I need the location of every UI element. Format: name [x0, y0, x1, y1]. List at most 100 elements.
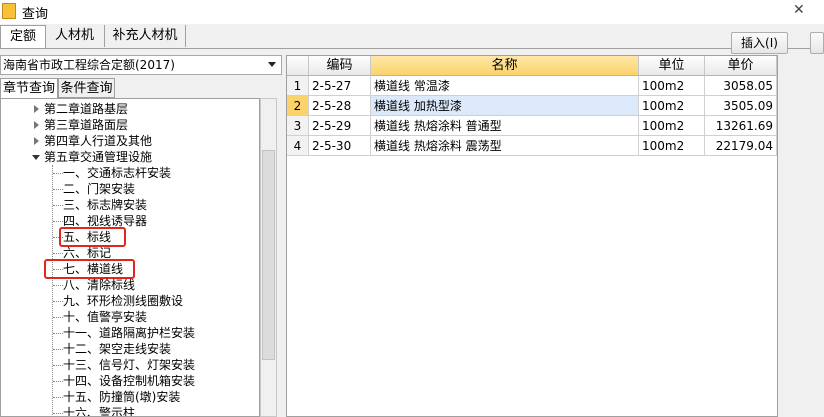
- table-row[interactable]: 3 2-5-29 横道线 热熔涂料 普通型 100m2 13261.69: [287, 116, 777, 136]
- header-name[interactable]: 名称: [371, 56, 639, 76]
- close-icon[interactable]: [778, 0, 824, 22]
- scrollbar-thumb[interactable]: [262, 150, 275, 360]
- header-code[interactable]: 编码: [309, 56, 371, 76]
- tree-item[interactable]: 九、环形检测线圈敷设: [1, 293, 259, 309]
- tree-item-label: 十二、架空走线安装: [63, 342, 172, 356]
- tree-connector: [53, 221, 63, 222]
- cell-unit[interactable]: 100m2: [639, 116, 705, 136]
- cell-code[interactable]: 2-5-27: [309, 76, 371, 96]
- row-number[interactable]: 3: [287, 116, 309, 136]
- tree-connector: [53, 205, 63, 206]
- table-row[interactable]: 2 2-5-28 横道线 加热型漆 100m2 3505.09: [287, 96, 777, 116]
- expanded-triangle-icon[interactable]: [32, 155, 40, 160]
- header-price[interactable]: 单价: [705, 56, 777, 76]
- chapter-tree[interactable]: 第二章道路基层 第三章道路面层第四章人行道及其他 第五章交通管理设施一、交通标志杆安…: [0, 98, 260, 417]
- tree-connector: [53, 349, 63, 350]
- tree-item[interactable]: 十四、设备控制机箱安装: [1, 373, 259, 389]
- highlight-box: [44, 259, 135, 279]
- tree-item-label: 十五、防撞筒(墩)安装: [63, 390, 181, 404]
- cell-name[interactable]: 横道线 常温漆: [371, 76, 639, 96]
- cell-price[interactable]: 22179.04: [705, 136, 777, 156]
- row-number[interactable]: 2: [287, 96, 309, 116]
- tree-item-label: 九、环形检测线圈敷设: [63, 294, 184, 308]
- window-title: 查询: [22, 7, 49, 22]
- tree-item-label: 十一、道路隔离护栏安装: [63, 326, 196, 340]
- tab-condition-query[interactable]: 条件查询: [58, 78, 115, 98]
- tree-connector: [53, 317, 63, 318]
- tree-item-label: 一、交通标志杆安装: [63, 166, 172, 180]
- row-number[interactable]: 1: [287, 76, 309, 96]
- tree-connector: [53, 413, 63, 414]
- tree-item[interactable]: 十二、架空走线安装: [1, 341, 259, 357]
- library-select[interactable]: 海南省市政工程综合定额(2017): [0, 55, 282, 75]
- tab-resources[interactable]: 人材机: [45, 25, 105, 47]
- tree-item[interactable]: 十一、道路隔离护栏安装: [1, 325, 259, 341]
- cell-name[interactable]: 横道线 热熔涂料 普通型: [371, 116, 639, 136]
- tab-quota[interactable]: 定额: [0, 25, 46, 49]
- chevron-down-icon[interactable]: [268, 62, 276, 67]
- tree-item-label: 三、标志牌安装: [63, 198, 148, 212]
- collapsed-triangle-icon[interactable]: [34, 105, 39, 113]
- insert-button[interactable]: 插入(I): [731, 32, 788, 54]
- highlight-box: [59, 227, 126, 247]
- tree-item[interactable]: 三、标志牌安装: [1, 197, 259, 213]
- tree-item[interactable]: 五、标线: [1, 229, 259, 245]
- tree-item[interactable]: 十五、防撞筒(墩)安装: [1, 389, 259, 405]
- header-unit[interactable]: 单位: [639, 56, 705, 76]
- tree-connector: [53, 381, 63, 382]
- tree-item[interactable]: 八、清除标线: [1, 277, 259, 293]
- tree-connector: [53, 285, 63, 286]
- tree-item[interactable]: 第五章交通管理设施: [1, 149, 259, 165]
- tree-item[interactable]: 第三章道路面层: [1, 117, 259, 133]
- tree-connector: [53, 301, 63, 302]
- tree-item[interactable]: 第四章人行道及其他: [1, 133, 259, 149]
- row-number[interactable]: 4: [287, 136, 309, 156]
- tree-connector: [53, 365, 63, 366]
- tab-supplement-resources[interactable]: 补充人材机: [105, 25, 186, 47]
- header-rownum: [287, 56, 309, 76]
- tree-item-label: 十、值警亭安装: [63, 310, 148, 324]
- quota-grid: 编码 名称 单位 单价 1 2-5-27 横道线 常温漆 100m2 3058.05 2 2…: [286, 55, 778, 417]
- tree-item-label: 十四、设备控制机箱安装: [63, 374, 196, 388]
- tree-item[interactable]: 十、值警亭安装: [1, 309, 259, 325]
- tree-item-label: 八、清除标线: [63, 278, 136, 292]
- collapsed-triangle-icon[interactable]: [34, 137, 39, 145]
- table-row[interactable]: 4 2-5-30 横道线 热熔涂料 震荡型 100m2 22179.04: [287, 136, 777, 156]
- tree-connector: [53, 253, 63, 254]
- cell-name[interactable]: 横道线 加热型漆: [371, 96, 639, 116]
- cell-unit[interactable]: 100m2: [639, 96, 705, 116]
- tree-item[interactable]: 一、交通标志杆安装: [1, 165, 259, 181]
- tree-connector: [53, 173, 63, 174]
- tree-connector: [53, 333, 63, 334]
- app-icon: [2, 3, 16, 19]
- tree-item[interactable]: 十六、警示柱: [1, 405, 259, 417]
- cell-price[interactable]: 13261.69: [705, 116, 777, 136]
- tree-item-label: 第五章交通管理设施: [44, 150, 153, 164]
- cell-name[interactable]: 横道线 热熔涂料 震荡型: [371, 136, 639, 156]
- extra-button[interactable]: [810, 32, 824, 54]
- table-row[interactable]: 1 2-5-27 横道线 常温漆 100m2 3058.05: [287, 76, 777, 96]
- cell-code[interactable]: 2-5-30: [309, 136, 371, 156]
- title-bar: [0, 0, 824, 24]
- cell-unit[interactable]: 100m2: [639, 76, 705, 96]
- tab-chapter-query[interactable]: 章节查询: [0, 78, 58, 99]
- tree-item-label: 第三章道路面层: [44, 118, 129, 132]
- cell-price[interactable]: 3058.05: [705, 76, 777, 96]
- tree-item-label: 第四章人行道及其他: [44, 134, 153, 148]
- cell-price[interactable]: 3505.09: [705, 96, 777, 116]
- tab-divider: [0, 48, 824, 49]
- tree-item[interactable]: 四、视线诱导器: [1, 213, 259, 229]
- tree-connector: [53, 189, 63, 190]
- tree-item-label: 十三、信号灯、灯架安装: [63, 358, 196, 372]
- collapsed-triangle-icon[interactable]: [34, 121, 39, 129]
- cell-code[interactable]: 2-5-29: [309, 116, 371, 136]
- cell-code[interactable]: 2-5-28: [309, 96, 371, 116]
- tree-item[interactable]: 二、门架安装: [1, 181, 259, 197]
- tree-item-label: 二、门架安装: [63, 182, 136, 196]
- cell-unit[interactable]: 100m2: [639, 136, 705, 156]
- tree-item[interactable]: 十三、信号灯、灯架安装: [1, 357, 259, 373]
- tree-item[interactable]: 第二章道路基层: [1, 101, 259, 117]
- tree-item-label: 十六、警示柱: [63, 406, 136, 417]
- tree-connector: [53, 397, 63, 398]
- tree-item-label: 第二章道路基层: [44, 102, 129, 116]
